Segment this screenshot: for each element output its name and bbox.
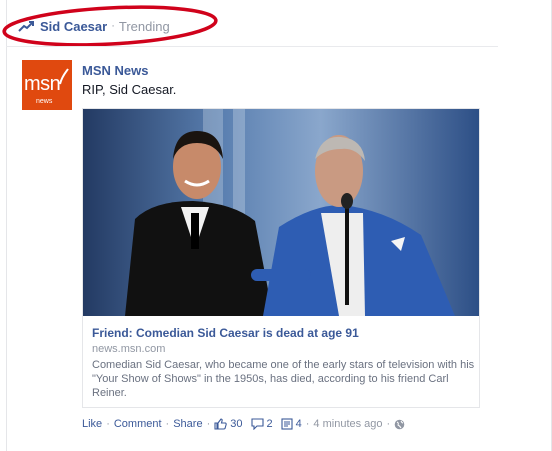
avatar[interactable]: msn news [22, 60, 72, 110]
comments-count[interactable]: 2 [267, 418, 273, 430]
butterfly-icon [59, 68, 69, 85]
share-link[interactable]: Share [173, 418, 202, 430]
separator: · [111, 20, 115, 32]
author-name-link[interactable]: MSN News [82, 63, 148, 78]
divider [6, 46, 498, 47]
comment-link[interactable]: Comment [114, 418, 162, 430]
separator: · [165, 418, 170, 430]
post-message: RIP, Sid Caesar. [82, 82, 177, 97]
share-icon[interactable] [281, 418, 293, 430]
post-action-bar: Like · Comment · Share · 30 2 4 · 4 minu… [82, 418, 408, 430]
shared-link-domain: news.msn.com [92, 343, 166, 355]
thumbs-up-icon[interactable] [214, 418, 227, 430]
shared-link-photo[interactable] [83, 109, 479, 316]
post-timestamp[interactable]: 4 minutes ago [313, 418, 382, 430]
avatar-subtext: news [36, 98, 53, 105]
likes-count[interactable]: 30 [230, 418, 242, 430]
like-link[interactable]: Like [82, 418, 102, 430]
separator: · [305, 418, 310, 430]
globe-icon[interactable] [394, 419, 405, 430]
separator: · [206, 418, 211, 430]
shared-link-box[interactable]: Friend: Comedian Sid Caesar is dead at a… [82, 108, 480, 408]
shares-count[interactable]: 4 [296, 418, 302, 430]
comment-bubble-icon[interactable] [250, 418, 264, 430]
trending-header: Sid Caesar · Trending [18, 14, 170, 38]
trending-label: Trending [118, 18, 170, 34]
avatar-logo-text: msn [24, 73, 61, 95]
separator: · [386, 418, 391, 430]
shared-link-title[interactable]: Friend: Comedian Sid Caesar is dead at a… [92, 326, 472, 340]
shared-link-description: Comedian Sid Caesar, who became one of t… [92, 359, 475, 399]
trending-topic-link[interactable]: Sid Caesar [40, 19, 107, 34]
trending-up-icon [18, 19, 34, 33]
separator: · [106, 418, 110, 430]
